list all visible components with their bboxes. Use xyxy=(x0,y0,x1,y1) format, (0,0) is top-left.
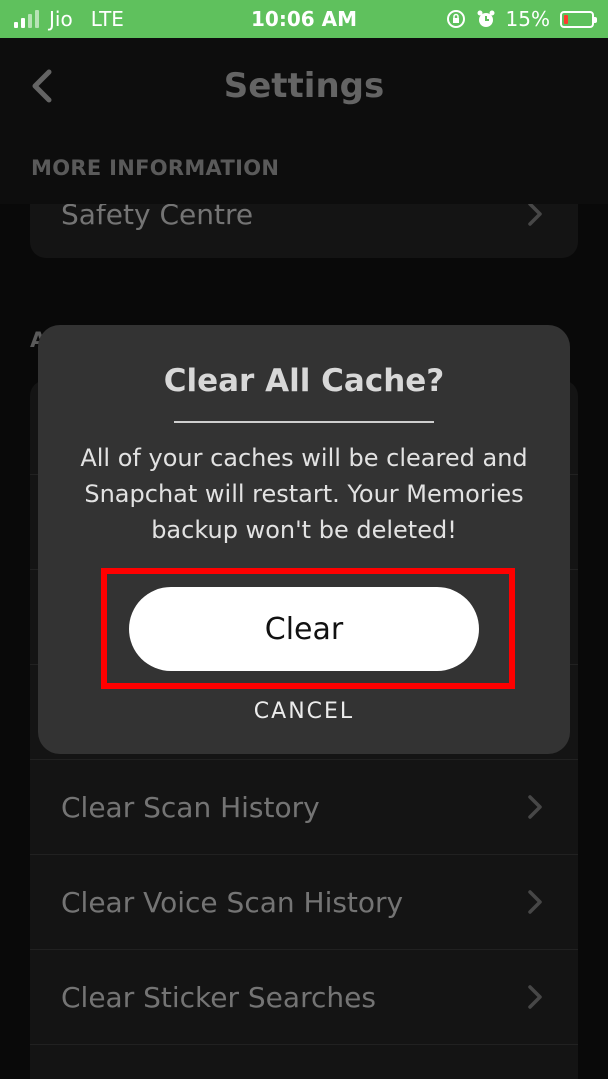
cancel-button[interactable]: CANCEL xyxy=(38,699,570,724)
alarm-icon xyxy=(476,9,496,29)
lock-rotation-icon xyxy=(446,9,466,29)
carrier-label: Jio xyxy=(49,7,73,31)
clear-cache-dialog: Clear All Cache? All of your caches will… xyxy=(38,325,570,754)
battery-fill xyxy=(564,14,568,24)
status-bar: Jio LTE 10:06 AM 15% xyxy=(0,0,608,38)
battery-percent: 15% xyxy=(505,7,550,31)
network-label: LTE xyxy=(90,7,124,31)
status-left: Jio LTE xyxy=(14,7,124,31)
battery-icon xyxy=(560,10,597,28)
dialog-message: All of your caches will be cleared and S… xyxy=(80,444,528,544)
status-right: 15% xyxy=(446,7,597,31)
dialog-divider xyxy=(174,421,434,423)
clear-button[interactable]: Clear xyxy=(129,587,479,671)
signal-icon xyxy=(14,10,39,28)
dialog-title: Clear All Cache? xyxy=(163,363,445,399)
